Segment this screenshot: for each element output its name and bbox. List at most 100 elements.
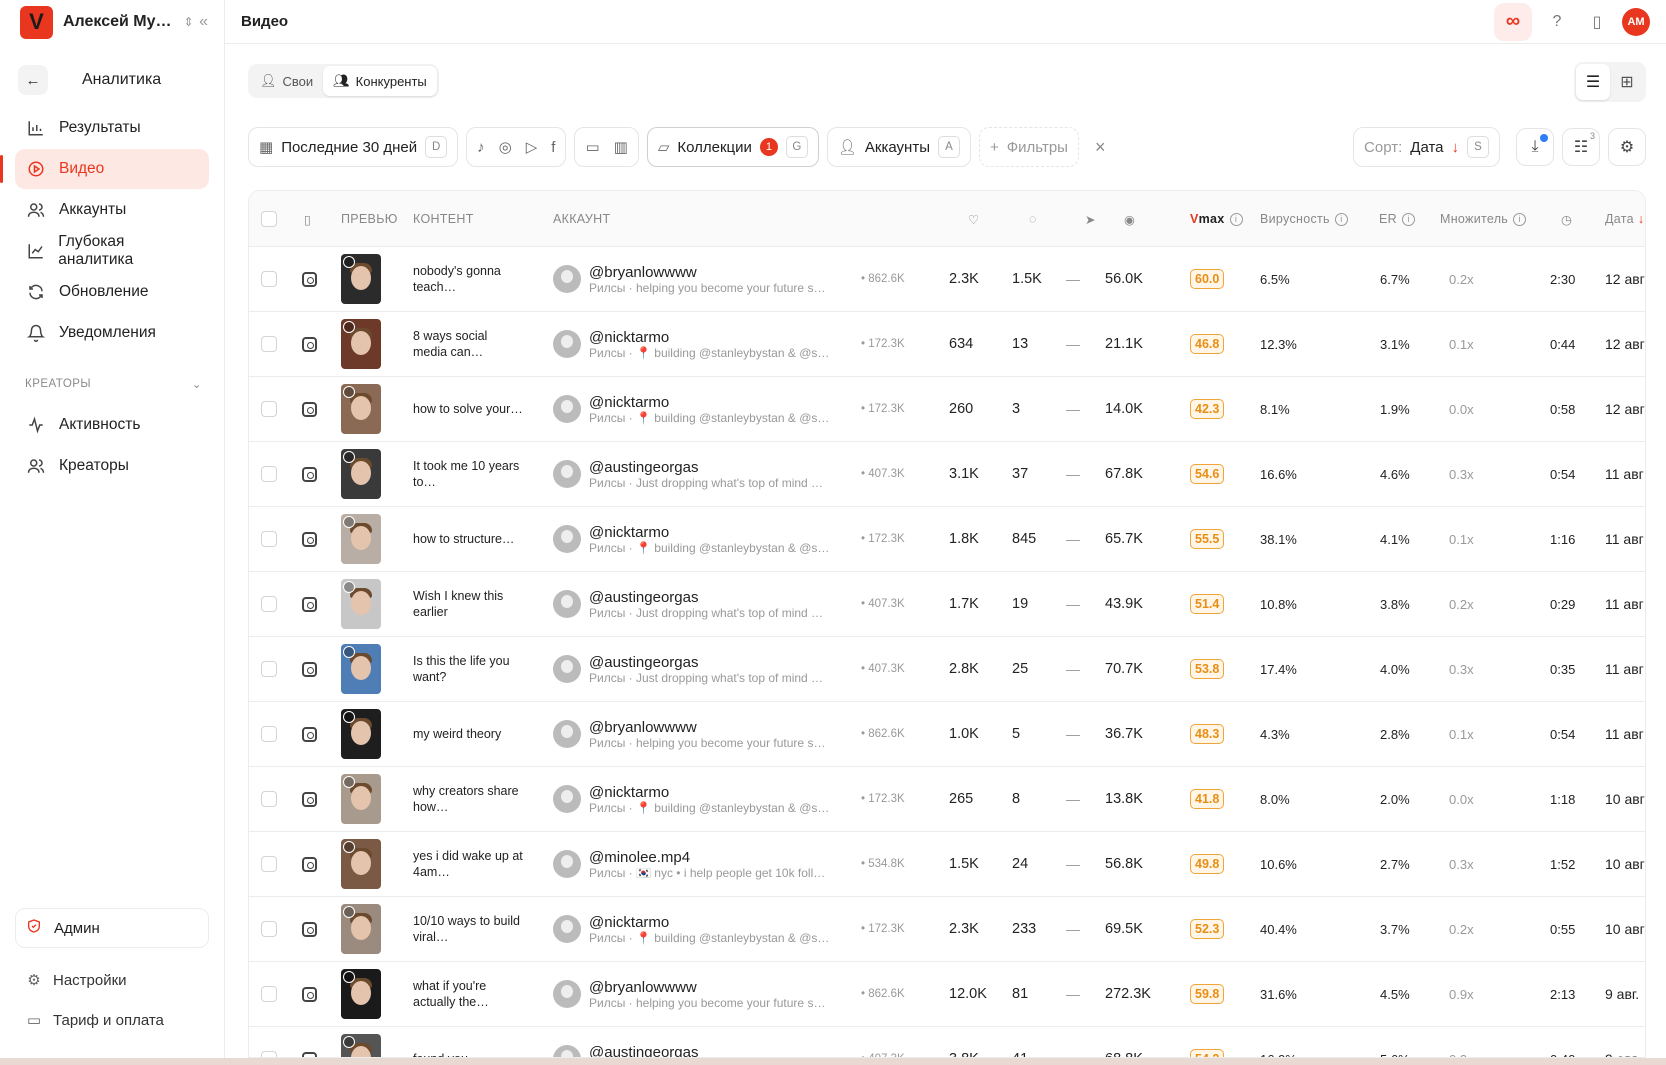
row-checkbox[interactable] bbox=[261, 637, 277, 701]
header-virality[interactable]: Вирусность i bbox=[1260, 191, 1348, 247]
header-multiplier[interactable]: Множитель i bbox=[1440, 191, 1527, 247]
table-row[interactable]: Is this the life you want? @austingeorgas… bbox=[249, 637, 1645, 702]
row-checkbox[interactable] bbox=[261, 247, 277, 311]
content-cell[interactable]: why creators share how… bbox=[413, 767, 523, 831]
clock-icon[interactable]: ◷ bbox=[1561, 191, 1572, 247]
row-checkbox[interactable] bbox=[261, 572, 277, 636]
select-all-checkbox[interactable] bbox=[261, 191, 277, 247]
video-thumbnail[interactable] bbox=[341, 247, 381, 311]
table-row[interactable]: It took me 10 years to… @austingeorgas Рил… bbox=[249, 442, 1645, 507]
video-thumbnail[interactable] bbox=[341, 767, 381, 831]
collapse-sidebar-icon[interactable]: « bbox=[199, 13, 208, 31]
row-checkbox[interactable] bbox=[261, 377, 277, 441]
row-checkbox[interactable] bbox=[261, 312, 277, 376]
row-checkbox[interactable] bbox=[261, 507, 277, 571]
content-cell[interactable]: 10/10 ways to build viral… bbox=[413, 897, 523, 961]
columns-button[interactable]: ☷ 3 bbox=[1562, 128, 1600, 166]
content-cell[interactable]: how to solve your… bbox=[413, 377, 523, 441]
help-icon[interactable]: ? bbox=[1542, 7, 1572, 37]
billing-link[interactable]: ▭ Тариф и оплата bbox=[0, 1002, 224, 1038]
table-row[interactable]: Wish I knew this earlier @austingeorgas Ри… bbox=[249, 572, 1645, 637]
book-icon[interactable]: ▯ bbox=[1582, 7, 1612, 37]
video-thumbnail[interactable] bbox=[341, 572, 381, 636]
row-checkbox[interactable] bbox=[261, 1027, 277, 1057]
video-thumbnail[interactable] bbox=[341, 637, 381, 701]
sidebar-item[interactable]: Глубокая аналитика bbox=[15, 231, 209, 271]
table-row[interactable]: why creators share how… @nicktarmo Рилсы ·… bbox=[249, 767, 1645, 832]
tab-competitors[interactable]: 👥︎ Конкуренты bbox=[323, 66, 437, 96]
sidebar-item[interactable]: Уведомления bbox=[15, 313, 209, 353]
table-row[interactable]: found you… @austingeorgasРилсы · Just dro… bbox=[249, 1027, 1645, 1057]
facebook-icon[interactable]: f bbox=[551, 139, 555, 156]
account-cell[interactable]: @nicktarmo Рилсы · 📍 building @stanleybys… bbox=[553, 767, 844, 831]
content-cell[interactable]: 8 ways social media can… bbox=[413, 312, 523, 376]
header-content[interactable]: КОНТЕНТ bbox=[413, 191, 474, 247]
send-icon[interactable]: ➤ bbox=[1085, 191, 1096, 247]
video-thumbnail[interactable] bbox=[341, 1027, 381, 1057]
content-cell[interactable]: nobody's gonna teach… bbox=[413, 247, 523, 311]
sidebar-item[interactable]: Результаты bbox=[15, 108, 209, 148]
account-cell[interactable]: @bryanlowwww Рилсы · helping you become y… bbox=[553, 702, 844, 766]
header-er[interactable]: ER i bbox=[1379, 191, 1415, 247]
settings-link[interactable]: ⚙ Настройки bbox=[0, 962, 224, 998]
table-row[interactable]: 8 ways social media can… @nicktarmo Рилсы … bbox=[249, 312, 1645, 377]
account-cell[interactable]: @nicktarmo Рилсы · 📍 building @stanleybys… bbox=[553, 377, 844, 441]
list-view-icon[interactable]: ☰ bbox=[1576, 64, 1610, 100]
back-arrow-icon[interactable]: ← bbox=[18, 65, 48, 95]
infinity-icon[interactable]: ∞ bbox=[1494, 2, 1532, 41]
chevron-up-down-icon[interactable]: ⇕ bbox=[184, 15, 194, 29]
admin-link[interactable]: Админ bbox=[15, 908, 209, 948]
account-cell[interactable]: @nicktarmo Рилсы · 📍 building @stanleybys… bbox=[553, 312, 844, 376]
video-thumbnail[interactable] bbox=[341, 962, 381, 1026]
row-checkbox[interactable] bbox=[261, 702, 277, 766]
video-thumbnail[interactable] bbox=[341, 702, 381, 766]
youtube-icon[interactable]: ▷ bbox=[526, 138, 538, 156]
video-camera-icon[interactable]: ▭ bbox=[585, 138, 599, 156]
info-icon[interactable]: i bbox=[1401, 212, 1415, 226]
table-row[interactable]: how to structure… @nicktarmo Рилсы · 📍 bui… bbox=[249, 507, 1645, 572]
row-checkbox[interactable] bbox=[261, 962, 277, 1026]
sidebar-item[interactable]: Обновление bbox=[15, 272, 209, 312]
sidebar-item[interactable]: Видео bbox=[0, 149, 209, 189]
table-row[interactable]: yes i did wake up at 4am… @minolee.mp4 Рил… bbox=[249, 832, 1645, 897]
account-cell[interactable]: @minolee.mp4 Рилсы · 🇰🇷 nyc • i help peop… bbox=[553, 832, 844, 896]
header-account[interactable]: АККАУНТ bbox=[553, 191, 610, 247]
carousel-icon[interactable]: ▥ bbox=[614, 138, 628, 156]
date-range-filter[interactable]: ▦ Последние 30 дней D bbox=[248, 127, 459, 167]
video-thumbnail[interactable] bbox=[341, 442, 381, 506]
account-cell[interactable]: @austingeorgasРилсы · Just dropping what… bbox=[553, 637, 844, 701]
table-row[interactable]: my weird theory @bryanlowwww Рилсы · helpi… bbox=[249, 702, 1645, 767]
table-settings-button[interactable]: ⚙ bbox=[1608, 128, 1646, 166]
account-cell[interactable]: @bryanlowwww Рилсы · helping you become y… bbox=[553, 962, 844, 1026]
info-icon[interactable]: i bbox=[1513, 212, 1527, 226]
video-thumbnail[interactable] bbox=[341, 832, 381, 896]
tab-own[interactable]: 👤︎ Свои bbox=[250, 66, 323, 96]
table-row[interactable]: 10/10 ways to build viral… @nicktarmo Рилс… bbox=[249, 897, 1645, 962]
account-cell[interactable]: @bryanlowwww Рилсы · helping you become y… bbox=[553, 247, 844, 311]
video-thumbnail[interactable] bbox=[341, 312, 381, 376]
row-checkbox[interactable] bbox=[261, 442, 277, 506]
row-checkbox[interactable] bbox=[261, 832, 277, 896]
content-cell[interactable]: yes i did wake up at 4am… bbox=[413, 832, 523, 896]
header-vmax[interactable]: Vmax i bbox=[1190, 191, 1243, 247]
table-row[interactable]: nobody's gonna teach… @bryanlowwww Рилсы ·… bbox=[249, 247, 1645, 312]
account-cell[interactable]: @austingeorgasРилсы · Just dropping what… bbox=[553, 572, 844, 636]
sidebar-item[interactable]: Аккаунты bbox=[15, 190, 209, 230]
comment-icon[interactable]: ◌ bbox=[1029, 191, 1037, 247]
eye-icon[interactable]: ◉ bbox=[1124, 191, 1135, 247]
header-date[interactable]: Дата ↓ bbox=[1605, 191, 1644, 247]
row-checkbox[interactable] bbox=[261, 897, 277, 961]
sidebar-item[interactable]: Активность bbox=[15, 405, 209, 445]
account-cell[interactable]: @austingeorgasРилсы · Just dropping what… bbox=[553, 442, 844, 506]
accounts-filter[interactable]: 👤︎ Аккаунты A bbox=[826, 127, 971, 167]
content-cell[interactable]: It took me 10 years to… bbox=[413, 442, 523, 506]
table-row[interactable]: how to solve your… @nicktarmo Рилсы · 📍 bu… bbox=[249, 377, 1645, 442]
grid-view-icon[interactable]: ⊞ bbox=[1610, 64, 1644, 100]
content-cell[interactable]: Is this the life you want? bbox=[413, 637, 523, 701]
info-icon[interactable]: i bbox=[1334, 212, 1348, 226]
clear-filters-icon[interactable]: × bbox=[1095, 137, 1106, 158]
heart-icon[interactable]: ♡ bbox=[968, 191, 980, 247]
tiktok-icon[interactable]: ♪ bbox=[477, 139, 485, 156]
creators-group-toggle[interactable]: КРЕАТОРЫ ⌄ bbox=[0, 371, 224, 397]
video-thumbnail[interactable] bbox=[341, 377, 381, 441]
